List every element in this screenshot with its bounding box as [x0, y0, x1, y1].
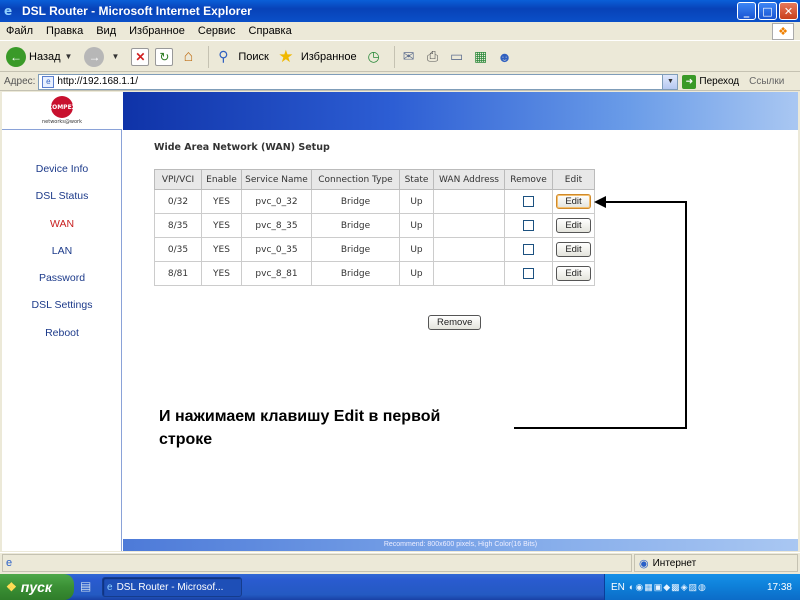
taskbar: ❖ пуск ▤ e DSL Router - Microsof... EN ◐… [0, 574, 800, 600]
mail-icon[interactable]: ✉ [400, 48, 418, 66]
back-label: Назад [29, 50, 61, 63]
page-icon: e [42, 75, 55, 88]
window-controls: _ □ ✕ [737, 2, 798, 20]
ie-icon: e [4, 4, 13, 18]
maximize-button[interactable]: □ [758, 2, 777, 20]
globe-icon: ◉ [639, 557, 649, 570]
menu-edit[interactable]: Правка [46, 25, 83, 37]
status-zone: ◉ Интернет [634, 554, 798, 572]
address-input[interactable]: e http://192.168.1.1/ ▼ [38, 73, 679, 90]
refresh-icon[interactable]: ↻ [155, 47, 174, 66]
annotation-arrow [514, 196, 687, 429]
menu-tools[interactable]: Сервис [198, 25, 236, 37]
menu-help[interactable]: Справка [249, 25, 292, 37]
forward-button[interactable]: → ▼ [84, 46, 123, 67]
status-text: e [2, 554, 632, 572]
start-button[interactable]: ❖ пуск [0, 574, 74, 600]
back-arrow-icon: ← [6, 46, 26, 67]
ie-task-icon: e [107, 581, 113, 593]
arrow-head [594, 196, 606, 208]
window-title: DSL Router - Microsoft Internet Explorer [22, 4, 252, 18]
minimize-button[interactable]: _ [737, 2, 756, 20]
back-button[interactable]: ← Назад ▼ [6, 46, 76, 67]
clock: 17:38 [766, 581, 792, 593]
window-titlebar[interactable]: e DSL Router - Microsoft Internet Explor… [0, 0, 800, 22]
menu-bar: Файл Правка Вид Избранное Сервис Справка… [0, 22, 800, 41]
browser-toolbar: ← Назад ▼ → ▼ ✕ ↻ ⌂ ⚲ Поиск ★ Избранное … [0, 42, 800, 72]
users-icon[interactable]: ☻ [496, 48, 514, 66]
toolbar-separator [393, 45, 395, 68]
favorites-button[interactable]: ★ Избранное [277, 46, 357, 66]
language-indicator[interactable]: EN [611, 582, 625, 593]
page-done-icon: e [6, 557, 13, 569]
menu-favorites[interactable]: Избранное [129, 25, 185, 37]
search-icon: ⚲ [218, 48, 229, 64]
history-icon[interactable]: ◷ [365, 48, 383, 66]
zone-label: Интернет [652, 557, 697, 569]
home-icon[interactable]: ⌂ [179, 48, 197, 66]
address-dropdown-icon[interactable]: ▼ [662, 74, 678, 89]
page-footer: Recommend: 800x600 pixels, High Color(16… [123, 539, 798, 551]
toolbar-separator [208, 45, 210, 68]
windows-flag-icon: ❖ [6, 580, 17, 594]
search-label: Поиск [238, 50, 269, 63]
system-tray: EN ◐◉▦▣◆▩◈▨◍ 17:38 [604, 574, 800, 600]
go-arrow-icon: ➜ [682, 74, 697, 89]
windows-logo-icon: ❖ [772, 23, 794, 40]
address-bar: Адрес: e http://192.168.1.1/ ▼ ➜ Переход… [0, 73, 800, 91]
address-label: Адрес: [4, 76, 36, 87]
menu-file[interactable]: Файл [6, 25, 33, 37]
page-viewport: COMPEX networks@work Device Info DSL Sta… [2, 92, 798, 551]
arrow-line [514, 201, 687, 429]
start-label: пуск [20, 579, 52, 595]
status-bar: e ◉ Интернет [0, 552, 800, 573]
search-button[interactable]: ⚲ Поиск [214, 48, 269, 66]
forward-arrow-icon: → [84, 46, 105, 67]
forward-dropdown-icon[interactable]: ▼ [111, 52, 119, 61]
address-url: http://192.168.1.1/ [57, 76, 139, 87]
links-button[interactable]: Ссылки [749, 76, 784, 87]
stop-icon[interactable]: ✕ [131, 47, 150, 66]
edit-page-icon[interactable]: ▭ [448, 48, 466, 66]
quick-launch-icon[interactable]: ▤ [80, 579, 94, 595]
back-dropdown-icon[interactable]: ▼ [65, 52, 73, 61]
print-icon[interactable]: ⎙ [424, 48, 442, 66]
menu-view[interactable]: Вид [96, 25, 116, 37]
star-icon: ★ [278, 46, 294, 66]
taskbar-window-button[interactable]: e DSL Router - Microsof... [102, 577, 242, 597]
tray-icons[interactable]: ◐◉▦▣◆▩◈▨◍ [629, 582, 767, 593]
close-button[interactable]: ✕ [779, 2, 798, 20]
messenger-icon[interactable]: ▦ [472, 48, 490, 66]
go-label: Переход [699, 76, 740, 87]
favorites-label: Избранное [300, 50, 357, 63]
task-label: DSL Router - Microsof... [116, 581, 224, 593]
go-button[interactable]: ➜ Переход [682, 74, 740, 89]
